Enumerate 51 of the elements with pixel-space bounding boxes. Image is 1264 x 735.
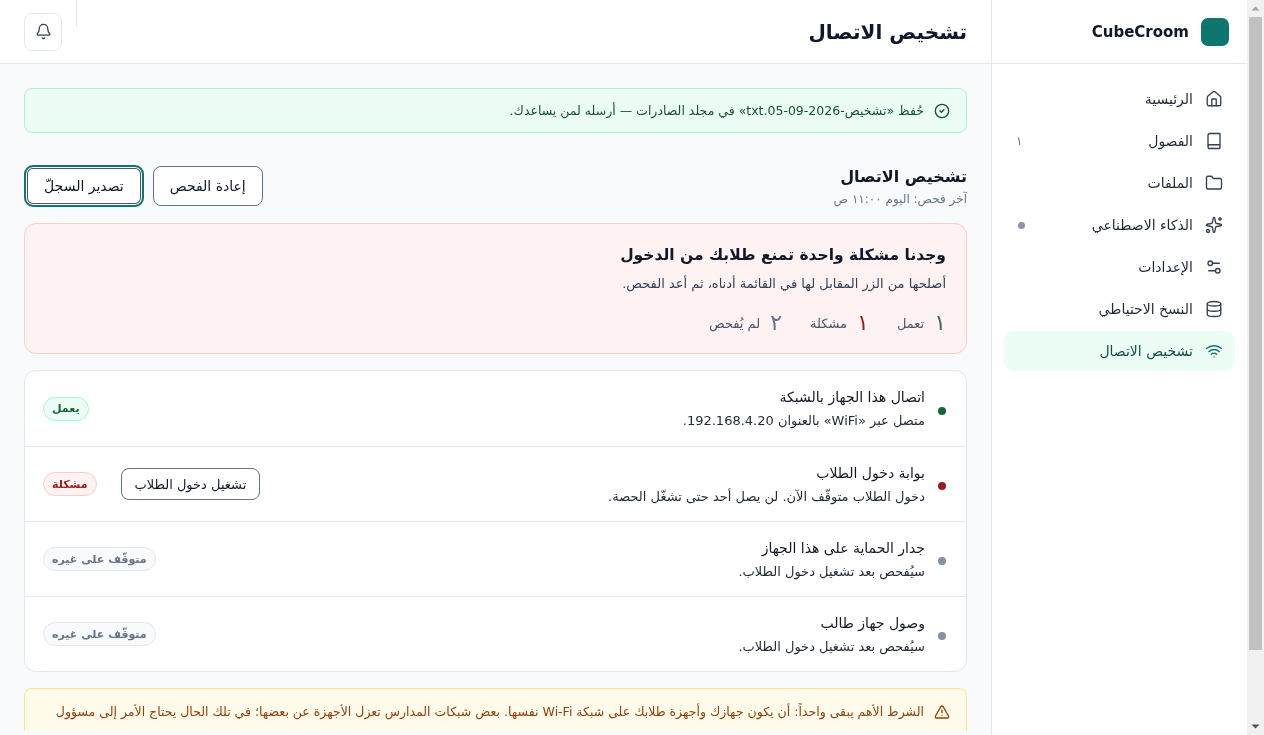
folder-icon	[1205, 174, 1223, 192]
stat-label: مشكلة	[810, 315, 848, 331]
sidebar-item[interactable]: تشخيص الاتصال	[1004, 331, 1235, 371]
stat-label: تعمل	[896, 315, 925, 331]
sidebar-item[interactable]: الفصول ١	[1004, 121, 1235, 161]
scrollbar[interactable]	[1247, 0, 1264, 735]
sidebar-item[interactable]: الإعدادات	[1004, 247, 1235, 287]
check-description: دخول الطلاب متوقّف الآن. لن يصل أحد حتى تشغّل الحصة.	[607, 488, 925, 504]
book-icon	[1205, 132, 1223, 150]
summary-text: أصلحها من الزر المقابل لها في القائمة أدناه، ثم أعد الفحص.	[621, 276, 946, 291]
check-description: سيُفحص بعد تشغيل دخول الطلاب.	[737, 563, 925, 579]
status-badge: متوقّف على غيره	[43, 622, 156, 647]
check-title: بوابة دخول الطلاب	[815, 464, 925, 481]
last-check-time: آخر فحص: اليوم ١١:٠٠ ص	[833, 191, 967, 206]
page-title: تشخيص الاتصال	[808, 19, 967, 44]
status-badge: مشكلة	[43, 472, 97, 497]
stat-count: ١	[857, 310, 869, 337]
count-label: ١	[1016, 134, 1023, 148]
status-badge: متوقّف على غيره	[43, 547, 156, 572]
check-circle-icon	[934, 102, 950, 119]
summary-title: وجدنا مشكلة واحدة تمنع طلابك من الدخول	[619, 246, 946, 264]
sparkles-icon	[1205, 216, 1223, 234]
fix-button[interactable]: تشغيل دخول الطلاب	[120, 468, 261, 501]
logo-icon	[1201, 17, 1229, 46]
stat-count: ١	[934, 310, 946, 337]
stat-count: ٢	[770, 310, 783, 337]
sidebar-item[interactable]: الرئيسية	[1004, 79, 1235, 119]
notifications-button[interactable]	[24, 12, 62, 51]
sidebar-item[interactable]: الذكاء الاصطناعي	[1004, 205, 1235, 245]
check-description: سيُفحص بعد تشغيل دخول الطلاب.	[737, 638, 925, 654]
sidebar-item[interactable]: الملفات	[1004, 163, 1235, 203]
sidebar-item[interactable]: النسخ الاحتياطي	[1004, 289, 1235, 329]
action-button[interactable]: إعادة الفحص	[152, 166, 263, 206]
check-title: اتصال هذا الجهاز بالشبكة	[778, 389, 925, 406]
section-title: تشخيص الاتصال	[839, 166, 967, 186]
action-button[interactable]: تصدير السجلّ	[24, 165, 144, 207]
status-badge: يعمل	[43, 396, 89, 421]
wifi-icon	[1205, 342, 1223, 360]
bell-icon	[34, 23, 52, 40]
success-message: حُفظ «تشخيص-2026-09-05.txt» في مجلد الصادرات — أرسله لمن يساعدك.	[509, 103, 924, 118]
stat-label: لم يُفحص	[708, 315, 761, 331]
check-title: وصول جهاز طالب	[819, 614, 925, 631]
check-title: جدار الحماية على هذا الجهاز	[760, 539, 925, 556]
warning-icon	[934, 704, 950, 721]
brand-name: CubeCroom	[1091, 22, 1189, 41]
sliders-icon	[1205, 258, 1223, 276]
warning-text: الشرط الأهم يبقى واحداً: أن يكون جهازك وأجهزة طلابك على شبكة Wi-Fi نفسها. بعض شبكات المدارس تعزل الأجهزة عن بعضها؛ في تلك الحال يحتاج الأمر إلى مسؤول	[55, 702, 924, 722]
scrollbar-thumb[interactable]	[1249, 17, 1262, 650]
check-description: متصل عبر «WiFi» بالعنوان 192.168.4.20.	[681, 413, 925, 429]
home-icon	[1205, 90, 1223, 108]
database-icon	[1205, 300, 1223, 318]
